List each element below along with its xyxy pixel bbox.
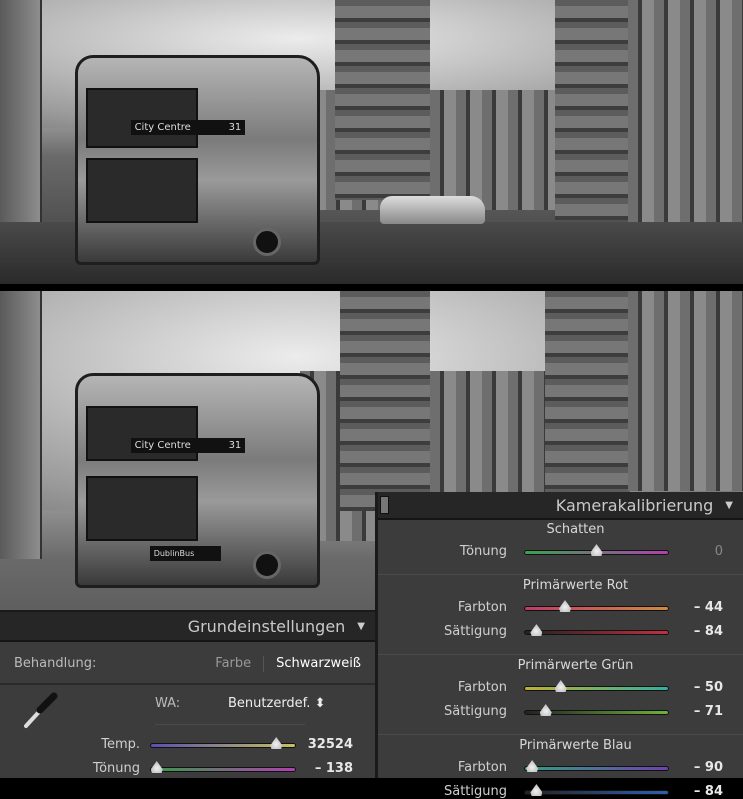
slider-track[interactable] xyxy=(524,624,669,636)
calibration-panel-header[interactable]: Kamerakalibrierung ▼ xyxy=(378,492,743,520)
section-divider xyxy=(378,654,743,655)
slider-label: Sättigung xyxy=(443,784,507,799)
slider-value[interactable]: 0 xyxy=(715,544,723,559)
slider-label: Temp. xyxy=(101,737,140,752)
bus-brand: DublinBus xyxy=(149,546,222,561)
slider-label: Tönung xyxy=(459,544,507,559)
slider-thumb[interactable] xyxy=(530,784,543,796)
slider-thumb[interactable] xyxy=(539,704,552,716)
panel-title: Kamerakalibrierung xyxy=(555,495,714,515)
slider-thumb[interactable] xyxy=(559,600,572,612)
collapse-triangle-icon[interactable]: ▼ xyxy=(725,500,733,511)
calibration-section-title: Primärwerte Rot xyxy=(522,578,629,593)
bus-destination: City Centre xyxy=(134,440,191,451)
slider-track[interactable] xyxy=(524,680,669,692)
slider-value[interactable]: – 138 xyxy=(315,761,353,776)
slider-value[interactable]: – 90 xyxy=(694,760,723,775)
slider-track[interactable] xyxy=(524,600,669,612)
collapse-triangle-icon[interactable]: ▼ xyxy=(357,621,365,632)
slider-value[interactable]: – 71 xyxy=(694,704,723,719)
slider-thumb[interactable] xyxy=(150,761,163,773)
panel-title: Grundeinstellungen xyxy=(187,616,346,636)
panel-switch-icon[interactable] xyxy=(380,496,389,514)
slider-label: Sättigung xyxy=(443,624,507,639)
slider-track[interactable] xyxy=(524,760,669,772)
slider-label: Farbton xyxy=(457,760,507,775)
basic-panel-header[interactable]: Grundeinstellungen ▼ xyxy=(0,612,375,642)
basic-settings-panel: Grundeinstellungen ▼ Behandlung: Farbe S… xyxy=(0,610,375,778)
wb-label: WA: xyxy=(155,696,181,711)
slider-thumb[interactable] xyxy=(590,544,603,556)
slider-track[interactable] xyxy=(150,737,296,749)
bus-route: 31 xyxy=(228,122,242,133)
slider-track[interactable] xyxy=(524,704,669,716)
slider-value[interactable]: 32524 xyxy=(308,737,353,752)
slider-value[interactable]: – 84 xyxy=(694,624,723,639)
calibration-section-title: Primärwerte Blau xyxy=(519,738,632,753)
bus-route: 31 xyxy=(228,440,242,451)
slider-thumb[interactable] xyxy=(526,760,539,772)
slider-value[interactable]: – 44 xyxy=(694,600,723,615)
slider-label: Sättigung xyxy=(443,704,507,719)
wb-select[interactable]: Benutzerdef. ⬍ xyxy=(228,696,325,711)
slider-thumb[interactable] xyxy=(554,680,567,692)
divider xyxy=(263,655,265,672)
slider-track[interactable] xyxy=(524,544,669,556)
slider-value[interactable]: – 84 xyxy=(694,784,723,799)
camera-calibration-panel: Kamerakalibrierung ▼ Schatten Tönung 0 Prim… xyxy=(375,492,743,799)
calibration-section-title: Schatten xyxy=(546,522,605,537)
section-divider xyxy=(378,574,743,575)
slider-thumb[interactable] xyxy=(270,737,283,749)
treatment-color-button[interactable]: Farbe xyxy=(215,656,251,671)
slider-label: Farbton xyxy=(457,600,507,615)
slider-label: Tönung xyxy=(92,761,140,776)
slider-track[interactable] xyxy=(150,761,296,773)
eyedropper-icon[interactable] xyxy=(18,692,58,732)
treatment-label: Behandlung: xyxy=(14,656,97,671)
treatment-bw-button[interactable]: Schwarzweiß xyxy=(276,656,361,671)
section-divider xyxy=(378,734,743,735)
slider-label: Farbton xyxy=(457,680,507,695)
slider-thumb[interactable] xyxy=(530,624,543,636)
slider-value[interactable]: – 50 xyxy=(694,680,723,695)
bus-destination: City Centre xyxy=(134,122,191,133)
calibration-section-title: Primärwerte Grün xyxy=(517,658,634,673)
photo-before: City Centre 31 xyxy=(0,0,743,284)
slider-track[interactable] xyxy=(524,784,669,796)
